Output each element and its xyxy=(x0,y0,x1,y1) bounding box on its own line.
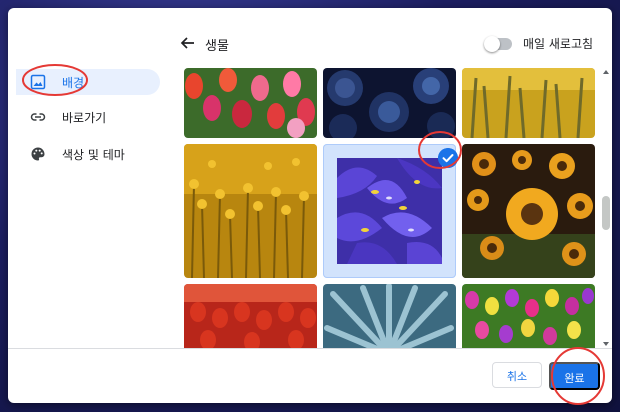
daily-refresh-label: 매일 새로고침 xyxy=(523,37,594,51)
done-button[interactable]: 완료 xyxy=(549,362,600,390)
scroll-down-arrow-icon[interactable] xyxy=(603,342,609,346)
gallery-scrollbar[interactable] xyxy=(600,68,612,348)
sidebar-item-color-theme[interactable]: 색상 및 테마 xyxy=(16,141,160,167)
background-gallery xyxy=(184,68,600,348)
link-icon xyxy=(30,113,46,121)
check-circle-icon xyxy=(438,148,458,168)
background-tile-yellow-grass[interactable] xyxy=(462,68,595,138)
dialog-header: 생물 매일 새로고침 xyxy=(8,8,612,66)
toggle-knob xyxy=(484,36,500,52)
sidebar-item-label: 색상 및 테마 xyxy=(62,148,125,162)
daily-refresh-toggle[interactable] xyxy=(484,36,512,52)
palette-icon xyxy=(31,147,45,161)
background-tile-succulents-dark-blue[interactable] xyxy=(323,68,456,138)
red-tulips-image xyxy=(184,284,317,348)
sidebar-item-label: 바로가기 xyxy=(62,111,107,125)
agave-image xyxy=(323,284,456,348)
background-tile-sunflowers[interactable] xyxy=(462,144,595,278)
background-tile-purple-iris[interactable] xyxy=(323,144,456,278)
background-tile-yellow-flowers[interactable] xyxy=(184,144,317,278)
background-tile-colorful-tulips[interactable] xyxy=(462,284,595,348)
sidebar-item-label: 배경 xyxy=(62,76,85,90)
image-icon xyxy=(30,74,46,90)
background-tile-red-tulips[interactable] xyxy=(184,284,317,348)
collection-title: 생물 xyxy=(205,39,229,54)
sidebar-item-background[interactable]: 배경 xyxy=(16,69,160,95)
sidebar-item-shortcuts[interactable]: 바로가기 xyxy=(16,104,160,130)
background-tile-blue-agave[interactable] xyxy=(323,284,456,348)
scroll-up-arrow-icon[interactable] xyxy=(603,70,609,74)
succulents-image xyxy=(323,68,456,138)
yellow-flowers-image xyxy=(184,144,317,278)
scroll-thumb[interactable] xyxy=(602,196,610,230)
iris-image xyxy=(337,158,442,264)
dialog-footer: 취소 완료 xyxy=(8,348,612,403)
sunflowers-image xyxy=(462,144,595,278)
background-tile-tulips-pink-red[interactable] xyxy=(184,68,317,138)
colorful-tulips-image xyxy=(462,284,595,348)
customize-dialog: 생물 매일 새로고침 배경 바로가기 색상 및 테마 취소 완료 xyxy=(8,8,612,403)
arrow-left-icon[interactable] xyxy=(180,35,196,51)
cancel-button[interactable]: 취소 xyxy=(492,362,542,388)
tulips-image xyxy=(184,68,317,138)
yellow-grass-image xyxy=(462,68,595,138)
